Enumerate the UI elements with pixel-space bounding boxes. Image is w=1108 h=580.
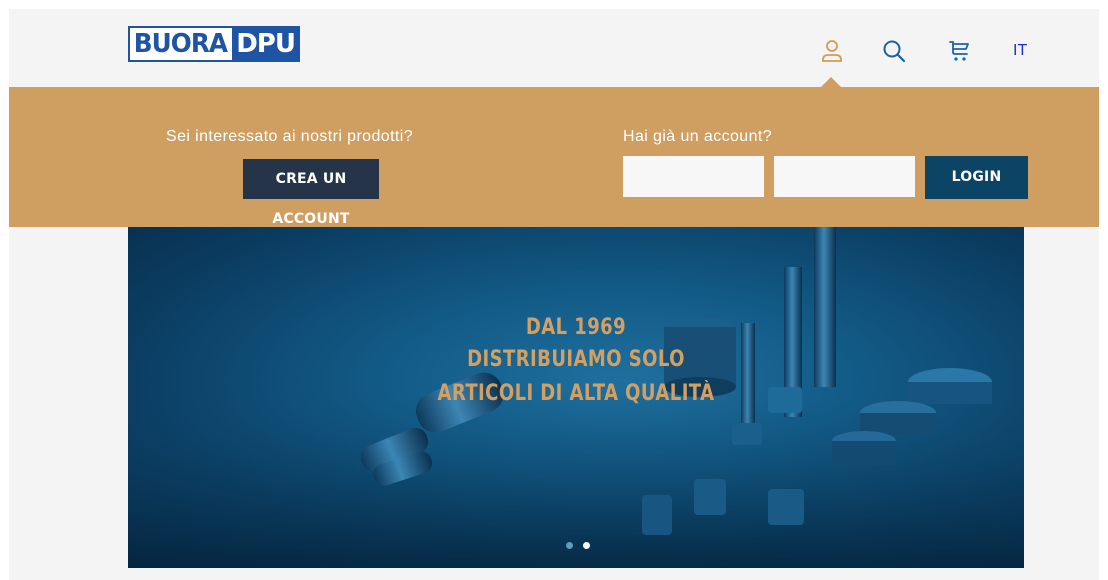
site-header: BUORA DPU IT <box>9 9 1099 87</box>
user-icon[interactable] <box>819 39 845 65</box>
hero-headline-line-1: DAL 1969 <box>525 315 627 340</box>
language-selector[interactable]: IT <box>1013 42 1027 60</box>
page: BUORA DPU IT Sei interessato ai nostri p… <box>9 9 1099 580</box>
slider-dot-2[interactable] <box>583 542 590 549</box>
logo-text-secondary: DPU <box>232 28 298 60</box>
password-field[interactable] <box>774 156 915 197</box>
hero-headline-line-2: DISTRIBUIAMO SOLO <box>467 347 685 372</box>
cart-icon[interactable] <box>947 39 973 65</box>
login-button[interactable]: LOGIN <box>925 156 1028 199</box>
account-panel: Sei interessato ai nostri prodotti? CREA… <box>9 87 1099 227</box>
panel-pointer <box>821 77 841 87</box>
logo-text-primary: BUORA <box>133 29 228 59</box>
logo[interactable]: BUORA DPU <box>128 26 300 62</box>
slider-dot-1[interactable] <box>566 542 573 549</box>
signup-question: Sei interessato ai nostri prodotti? <box>166 128 414 145</box>
hero-headline-line-3: ARTICOLI DI ALTA QUALITÀ <box>437 381 715 406</box>
search-icon[interactable] <box>881 39 907 65</box>
hero-slider: DAL 1969 DISTRIBUIAMO SOLO ARTICOLI DI A… <box>128 227 1024 568</box>
login-question: Hai già un account? <box>623 128 773 145</box>
username-field[interactable] <box>623 156 764 197</box>
create-account-button[interactable]: CREA UN ACCOUNT <box>243 159 379 227</box>
